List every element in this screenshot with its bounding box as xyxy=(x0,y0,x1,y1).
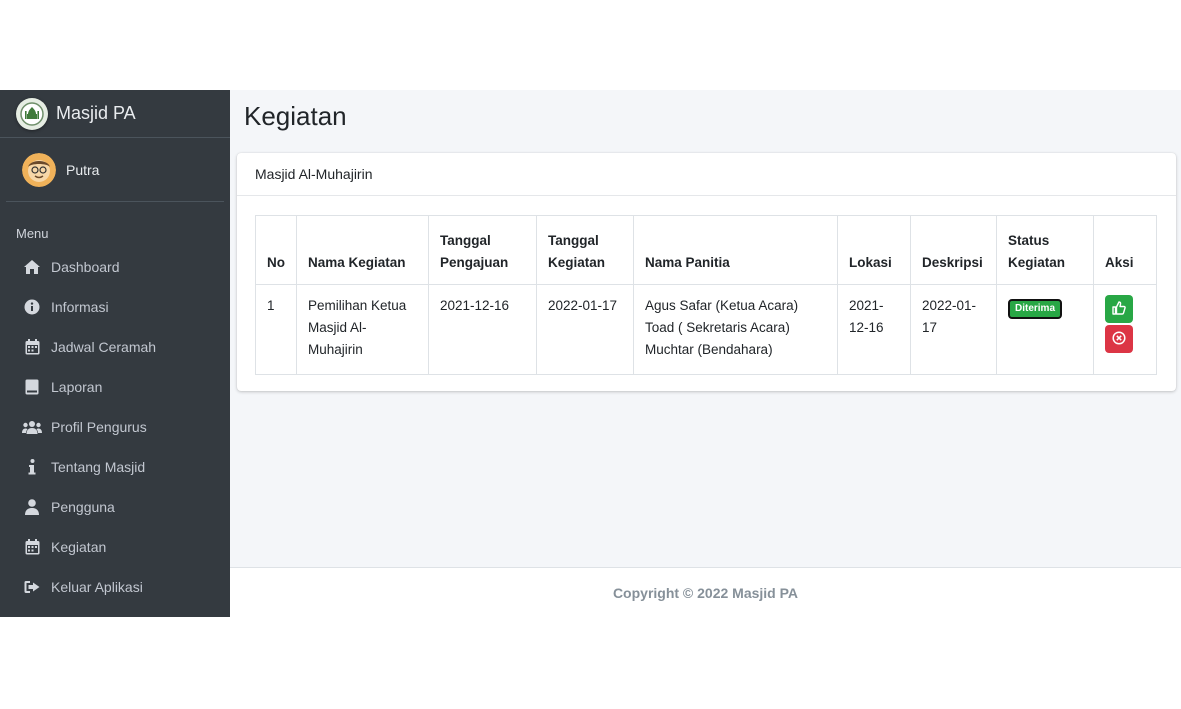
cell-aksi xyxy=(1093,284,1157,375)
sidebar-item-kegiatan[interactable]: Kegiatan xyxy=(0,527,230,567)
sidebar-item-keluar-aplikasi[interactable]: Keluar Aplikasi xyxy=(0,567,230,607)
column-header-nama-panitia: Nama Panitia xyxy=(633,215,838,285)
sign-out-icon xyxy=(22,577,42,597)
sidebar-item-label: Tentang Masjid xyxy=(51,459,146,475)
info-icon xyxy=(22,457,42,477)
table-wrapper: No Nama Kegiatan Tanggal Pengajuan Tangg… xyxy=(255,215,1157,375)
cell-no: 1 xyxy=(255,284,297,375)
brand[interactable]: Masjid PA xyxy=(0,90,230,138)
table-header-row: No Nama Kegiatan Tanggal Pengajuan Tangg… xyxy=(255,215,1157,285)
brand-name: Masjid PA xyxy=(56,103,136,123)
kegiatan-table: No Nama Kegiatan Tanggal Pengajuan Tangg… xyxy=(255,215,1157,375)
status-badge: Diterima xyxy=(1008,299,1063,319)
panitia-line: Muchtar (Bendahara) xyxy=(645,342,773,357)
sidebar-item-label: Dashboard xyxy=(51,259,120,275)
column-header-deskripsi: Deskripsi xyxy=(910,215,997,285)
sidebar-item-label: Informasi xyxy=(51,299,109,315)
cell-nama-kegiatan: Pemilihan Ketua Masjid Al-Muhajirin xyxy=(296,284,429,375)
sidebar-item-profil-pengurus[interactable]: Profil Pengurus xyxy=(0,407,230,447)
column-header-lokasi: Lokasi xyxy=(837,215,911,285)
user-panel[interactable]: Putra xyxy=(6,138,224,202)
column-header-aksi: Aksi xyxy=(1093,215,1157,285)
cell-status: Diterima xyxy=(996,284,1094,375)
cell-nama-panitia: Agus Safar (Ketua Acara) Toad ( Sekretar… xyxy=(633,284,838,375)
sidebar-item-dashboard[interactable]: Dashboard xyxy=(0,247,230,287)
user-name: Putra xyxy=(66,161,100,178)
column-header-tanggal-kegiatan: Tanggal Kegiatan xyxy=(536,215,634,285)
column-header-nama-kegiatan: Nama Kegiatan xyxy=(296,215,429,285)
cell-tanggal-pengajuan: 2021-12-16 xyxy=(428,284,537,375)
cell-lokasi: 2021-12-16 xyxy=(837,284,911,375)
page-title: Kegiatan xyxy=(244,101,347,131)
footer: Copyright © 2022 Masjid PA xyxy=(230,567,1181,617)
sidebar-item-jadwal-ceramah[interactable]: Jadwal Ceramah xyxy=(0,327,230,367)
column-header-status-kegiatan: Status Kegiatan xyxy=(996,215,1094,285)
info-circle-icon xyxy=(22,297,42,317)
user-icon xyxy=(22,497,42,517)
menu-header: Menu xyxy=(16,226,49,241)
copyright-text: Copyright © 2022 Masjid PA xyxy=(612,584,799,601)
sidebar-nav: Dashboard Informasi Jadwal Ceramah Lapor… xyxy=(0,247,230,607)
sidebar-item-label: Profil Pengurus xyxy=(51,419,147,435)
sidebar-item-label: Pengguna xyxy=(51,499,115,515)
panitia-line: Toad ( Sekretaris Acara) xyxy=(645,320,790,335)
sidebar-item-label: Laporan xyxy=(51,379,103,395)
calendar-icon xyxy=(22,337,42,357)
column-header-no: No xyxy=(255,215,297,285)
panitia-line: Agus Safar (Ketua Acara) xyxy=(645,298,799,313)
circle-x-icon xyxy=(1112,330,1126,348)
users-icon xyxy=(22,417,42,437)
reject-button[interactable] xyxy=(1105,325,1133,353)
app-frame: Masjid PA Putra Menu Dashboard Informasi… xyxy=(0,90,1181,617)
thumbs-up-icon xyxy=(1112,300,1126,318)
sidebar-item-tentang-masjid[interactable]: Tentang Masjid xyxy=(0,447,230,487)
sidebar: Masjid PA Putra Menu Dashboard Informasi… xyxy=(0,90,230,617)
mosque-logo-icon xyxy=(16,97,48,130)
home-icon xyxy=(22,257,42,277)
user-avatar xyxy=(22,152,56,187)
sidebar-item-label: Jadwal Ceramah xyxy=(51,339,157,355)
book-icon xyxy=(22,377,42,397)
cell-tanggal-kegiatan: 2022-01-17 xyxy=(536,284,634,375)
kegiatan-card: Masjid Al-Muhajirin No Nama Kegiatan Tan… xyxy=(237,153,1176,391)
sidebar-item-laporan[interactable]: Laporan xyxy=(0,367,230,407)
cell-deskripsi: 2022-01-17 xyxy=(910,284,997,375)
table-row: 1 Pemilihan Ketua Masjid Al-Muhajirin 20… xyxy=(255,284,1157,375)
approve-button[interactable] xyxy=(1105,295,1133,323)
content-area: Kegiatan Masjid Al-Muhajirin No Nama Keg… xyxy=(230,90,1181,567)
column-header-tanggal-pengajuan: Tanggal Pengajuan xyxy=(428,215,537,285)
sidebar-item-informasi[interactable]: Informasi xyxy=(0,287,230,327)
sidebar-item-pengguna[interactable]: Pengguna xyxy=(0,487,230,527)
sidebar-item-label: Keluar Aplikasi xyxy=(51,579,143,595)
calendar-icon xyxy=(22,537,42,557)
sidebar-item-label: Kegiatan xyxy=(51,539,107,555)
card-title: Masjid Al-Muhajirin xyxy=(237,153,1176,196)
